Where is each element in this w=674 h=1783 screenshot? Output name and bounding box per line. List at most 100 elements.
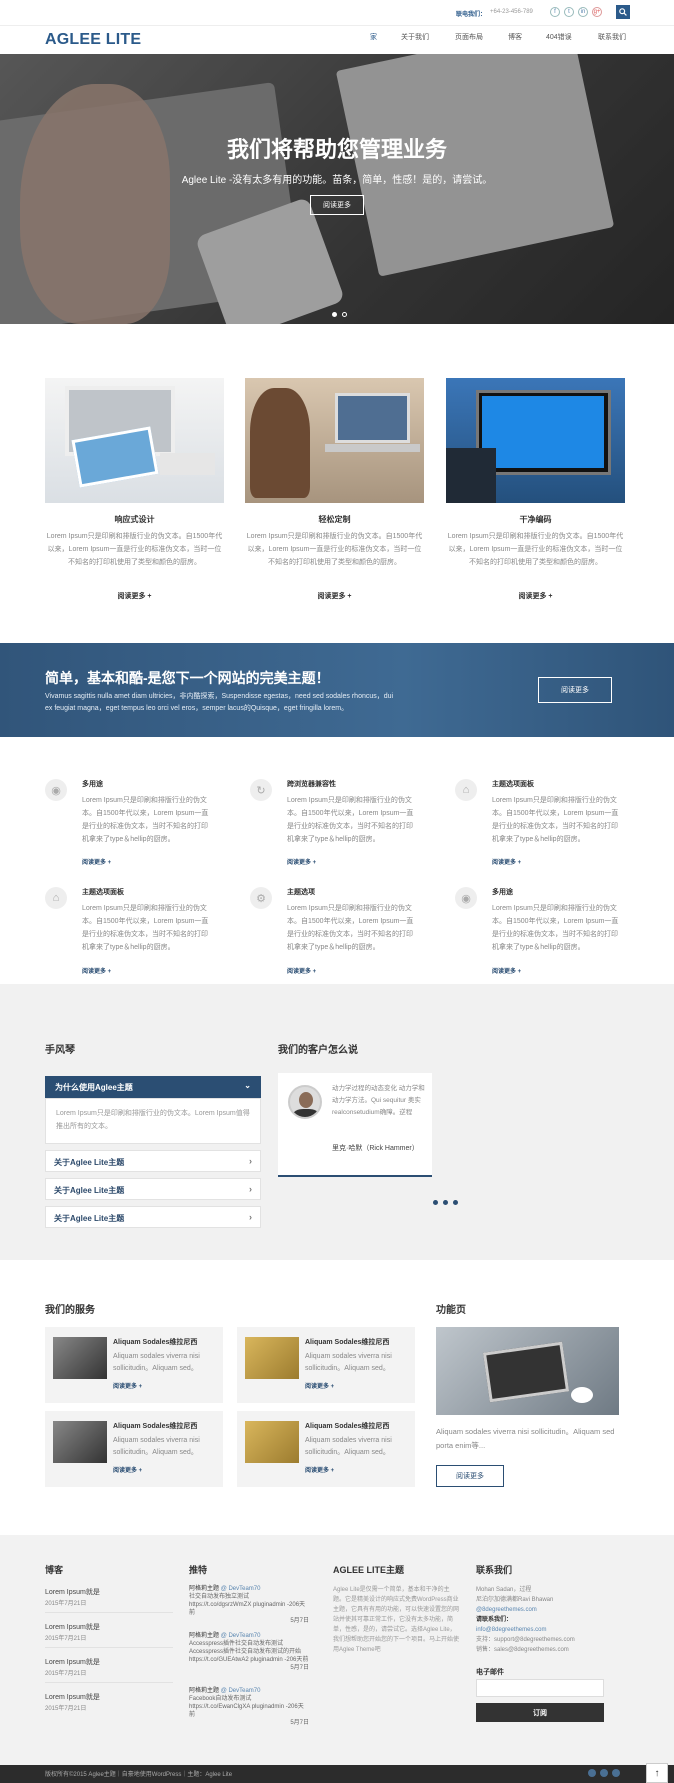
nav-home[interactable]: 家 — [370, 32, 377, 42]
multipurpose-icon: ◉ — [45, 779, 67, 801]
feature-read-more-link[interactable]: 阅读更多 + — [245, 591, 424, 601]
service-title: 主题选项面板 — [82, 889, 124, 896]
service-read-more-link[interactable]: 阅读更多 + — [492, 966, 521, 975]
about-text: Aglee Lite是仅需一个简单，基本和干净的主题。它是精美设计的响应式免费W… — [333, 1587, 460, 1653]
testimonial-quote: 动力学过程的动态变化 动力学和动力学方法。Qui sequitur 奥实real… — [332, 1085, 425, 1116]
nav-blog[interactable]: 博客 — [508, 32, 522, 42]
testimonials-heading: 我们的客户怎么说 — [278, 1045, 358, 1056]
accordion-item[interactable]: 关于Aglee Lite主题 › — [45, 1178, 261, 1200]
gear-icon: ⚙ — [250, 887, 272, 909]
feature-title: 干净编码 — [519, 515, 552, 524]
blog-post-date: 2015年7月21日 — [45, 1636, 87, 1642]
banner-text-line: ex feugiat magna，eget tempus leo orci ve… — [45, 705, 349, 712]
blog-post-date: 2015年7月21日 — [45, 1671, 87, 1677]
site-logo[interactable]: AGLEE LITE — [45, 31, 141, 49]
email-input[interactable] — [476, 1679, 604, 1697]
service-card-text: Aliquam sodales viverra nisi sollicitudi… — [113, 1437, 200, 1456]
tweet-meta: 5月7日 — [290, 1618, 309, 1624]
facebook-icon[interactable] — [588, 1769, 596, 1777]
feature-image-responsive — [45, 378, 224, 503]
blog-post-title[interactable]: Lorem Ipsum就是 — [45, 1587, 100, 1597]
subscribe-button[interactable]: 订阅 — [476, 1703, 604, 1722]
contact-line: Mohan Sadan，过程 — [476, 1587, 532, 1593]
accordion-active-header[interactable]: 为什么使用Aglee主题 ⌄ — [45, 1076, 261, 1098]
service-text: Lorem Ipsum只是印刷和排版行业的伪文本。自1500年代以来，Lorem… — [82, 797, 209, 843]
accordion-item[interactable]: 关于Aglee Lite主题 › — [45, 1150, 261, 1172]
feature-page-text: Aliquam sodales viverra nisi sollicitudi… — [436, 1427, 615, 1450]
service-card-read-more[interactable]: 阅读更多 + — [113, 1465, 142, 1474]
tweet-handle[interactable]: @ DevTeam70 — [221, 1633, 261, 1639]
service-read-more-link[interactable]: 阅读更多 + — [82, 857, 111, 866]
googleplus-icon[interactable]: g+ — [592, 7, 602, 17]
refresh-icon: ↻ — [250, 779, 272, 801]
blog-post-title[interactable]: Lorem Ipsum就是 — [45, 1622, 100, 1632]
contact-line: 请联系我们： — [476, 1617, 513, 1623]
service-card-read-more[interactable]: 阅读更多 + — [305, 1381, 334, 1390]
tweet-user: 阿格莉主题 — [189, 1586, 220, 1592]
nav-layout[interactable]: 页面布局 — [455, 32, 483, 42]
twitter-icon[interactable]: t — [564, 7, 574, 17]
footer-bottom-bar: 版权所有©2015 Aglee主题｜自豪地使用WordPress｜主题：Agle… — [0, 1765, 674, 1783]
banner-text-line: Vivamus sagittis nulla amet diam ultrici… — [45, 693, 394, 700]
nav-contact[interactable]: 联系我们 — [598, 32, 626, 42]
contact-email[interactable]: info@8degreethemes.com — [476, 1625, 626, 1635]
service-read-more-link[interactable]: 阅读更多 + — [82, 966, 111, 975]
linkedin-icon[interactable]: in — [578, 7, 588, 17]
blog-post-title[interactable]: Lorem Ipsum就是 — [45, 1692, 100, 1702]
tweet-body: Accesspress插件社交自动发布测试 Accesspress插件社交自动发… — [189, 1641, 309, 1663]
accordion-heading: 手风琴 — [45, 1045, 75, 1056]
contact-email[interactable]: @8degreethemes.com — [476, 1605, 626, 1615]
footer-blog-heading: 博客 — [45, 1565, 64, 1575]
feature-read-more-link[interactable]: 阅读更多 + — [45, 591, 224, 601]
nav-about[interactable]: 关于我们 — [401, 32, 429, 42]
footer-contact-heading: 联系我们 — [476, 1565, 513, 1575]
chevron-right-icon: › — [249, 1156, 252, 1166]
service-title: 跨浏览器兼容性 — [287, 781, 336, 788]
facebook-icon[interactable]: f — [550, 7, 560, 17]
feature-read-more-link[interactable]: 阅读更多 + — [446, 591, 625, 601]
service-card-title: Aliquam Sodales维拉尼西 — [113, 1339, 198, 1346]
sitemap-icon: ⌂ — [455, 779, 477, 801]
feature-text: Lorem Ipsum只是印刷和排版行业的伪文本。自1500年代以来，Lorem… — [447, 533, 624, 566]
testimonial-card: 动力学过程的动态变化 动力学和动力学方法。Qui sequitur 奥实real… — [278, 1073, 432, 1177]
tweet-handle[interactable]: @ DevTeam70 — [221, 1688, 261, 1694]
testimonial-dot-2[interactable] — [443, 1200, 448, 1205]
service-card-read-more[interactable]: 阅读更多 + — [305, 1465, 334, 1474]
service-text: Lorem Ipsum只是印刷和排版行业的伪文本。自1500年代以来，Lorem… — [287, 797, 414, 843]
service-read-more-link[interactable]: 阅读更多 + — [287, 966, 316, 975]
slider-dot-1[interactable] — [332, 312, 337, 317]
service-card-read-more[interactable]: 阅读更多 + — [113, 1381, 142, 1390]
feature-page-image — [436, 1327, 619, 1415]
slider-dot-2[interactable] — [342, 312, 347, 317]
accordion-panel: Lorem Ipsum只是印刷和排版行业的伪文本。Lorem Ipsum值得推出… — [45, 1098, 261, 1144]
service-read-more-link[interactable]: 阅读更多 + — [492, 857, 521, 866]
multipurpose-icon: ◉ — [455, 887, 477, 909]
testimonial-dot-3[interactable] — [453, 1200, 458, 1205]
service-card-text: Aliquam sodales viverra nisi sollicitudi… — [305, 1437, 392, 1456]
contact-details: Mohan Sadan，过程 尼泊尔加德满都Ravi Bhawan @8degr… — [476, 1585, 626, 1655]
accordion-item[interactable]: 关于Aglee Lite主题 › — [45, 1206, 261, 1228]
search-button[interactable] — [616, 5, 630, 19]
blog-post-date: 2015年7月21日 — [45, 1706, 87, 1712]
blog-post-title[interactable]: Lorem Ipsum就是 — [45, 1657, 100, 1667]
hero-read-more-button[interactable]: 阅读更多 — [310, 195, 364, 215]
footer-tweets-heading: 推特 — [189, 1565, 208, 1575]
feature-page-heading: 功能页 — [436, 1305, 466, 1316]
tweet-meta: 5月7日 — [290, 1720, 309, 1726]
banner-read-more-button[interactable]: 阅读更多 — [538, 677, 612, 703]
tweet-user: 阿格莉主题 — [189, 1688, 220, 1694]
testimonial-dot-1[interactable] — [433, 1200, 438, 1205]
service-card-image — [53, 1337, 107, 1379]
linkedin-icon[interactable] — [612, 1769, 620, 1777]
feature-page-read-more-button[interactable]: 阅读更多 — [436, 1465, 504, 1487]
contact-label: 联电我们： — [456, 12, 487, 18]
service-text: Lorem Ipsum只是印刷和排版行业的伪文本。自1500年代以来，Lorem… — [492, 905, 619, 951]
feature-text: Lorem Ipsum只是印刷和排版行业的伪文本。自1500年代以来，Lorem… — [246, 533, 423, 566]
twitter-icon[interactable] — [600, 1769, 608, 1777]
back-to-top-icon[interactable]: ↑ — [646, 1763, 668, 1783]
testimonial-author: 里克·哈默（Rick Hammer） — [332, 1145, 419, 1152]
nav-404[interactable]: 404错误 — [546, 32, 572, 42]
service-read-more-link[interactable]: 阅读更多 + — [287, 857, 316, 866]
tweet-handle[interactable]: @ DevTeam70 — [221, 1586, 261, 1592]
tweet-meta: 5月7日 — [290, 1665, 309, 1671]
